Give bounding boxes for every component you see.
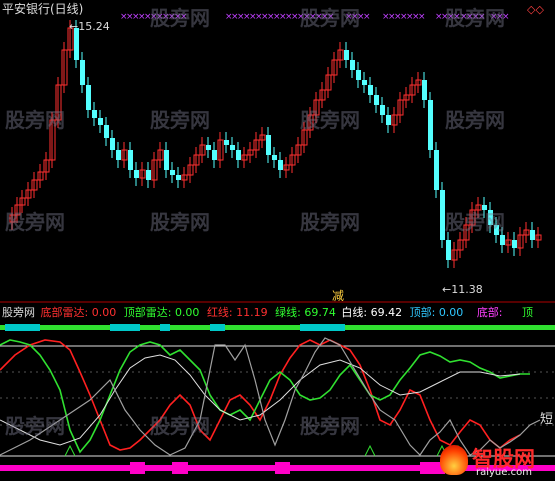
x-mark: × xyxy=(418,12,426,22)
flame-icon xyxy=(440,445,468,475)
strip-segment xyxy=(210,324,225,331)
bottom-signal-block xyxy=(130,462,145,474)
watermark: 股旁网 xyxy=(5,108,65,132)
legend-red-line: 红线: 11.19 xyxy=(206,306,268,319)
candle-body xyxy=(278,160,283,170)
high-price-value: 15.24 xyxy=(78,20,110,33)
low-price-label: ←11.38 xyxy=(442,283,483,296)
candle-body xyxy=(104,125,109,138)
watermark: 股旁网 xyxy=(445,6,505,30)
candle-body xyxy=(428,100,433,150)
site-logo: 智股网 raiyue.com xyxy=(440,443,552,479)
candle-body xyxy=(344,50,349,60)
bottom-signal-block xyxy=(172,462,188,474)
candle-body xyxy=(434,150,439,190)
legend-bottom-radar: 底部雷达: 0.00 xyxy=(40,306,117,319)
strip-segment xyxy=(160,324,170,331)
legend-green-line: 绿线: 69.74 xyxy=(275,306,336,319)
kline-chart-canvas: ××××××××××× ×××××××××××××××××× ×××× ×××××××… xyxy=(0,12,555,474)
candle-body xyxy=(212,150,217,160)
strip-segment xyxy=(300,324,345,331)
candle-body xyxy=(368,85,373,95)
candle-body xyxy=(272,155,277,160)
candle-body xyxy=(266,135,271,155)
candle-body xyxy=(92,110,97,118)
candle-body xyxy=(86,85,91,110)
candle-body xyxy=(362,80,367,85)
diamond-icon[interactable]: ◇◇ xyxy=(527,3,544,16)
candle-body xyxy=(80,60,85,85)
candle-body xyxy=(422,80,427,100)
candle-body xyxy=(170,170,175,175)
candle-body xyxy=(380,105,385,115)
candle-body xyxy=(356,70,361,80)
bottom-signal-block xyxy=(275,462,290,474)
candle-body xyxy=(512,240,517,248)
bottom-triangle-marker xyxy=(64,444,76,457)
candle-body xyxy=(128,150,133,170)
high-price-label: ←15.24 xyxy=(69,20,110,33)
candle-body xyxy=(110,138,115,150)
watermark: 股旁网 xyxy=(300,6,360,30)
legend-white-line: 白线: 69.42 xyxy=(341,306,403,319)
bottom-triangle-marker xyxy=(364,444,376,457)
indicator-name[interactable]: 股旁网 xyxy=(2,306,35,319)
candle-body xyxy=(134,170,139,178)
watermark: 股旁网 xyxy=(445,108,505,132)
event-label: 减 xyxy=(332,289,345,303)
legend-bottom: 底部: xyxy=(476,306,503,319)
watermark: 股旁网 xyxy=(445,210,505,234)
legend-top: 顶部: 0.00 xyxy=(409,306,464,319)
watermark: 股旁网 xyxy=(150,6,210,30)
candle-body xyxy=(224,140,229,145)
watermark: 股旁网 xyxy=(150,210,210,234)
candle-body xyxy=(98,118,103,125)
green-line xyxy=(0,339,530,454)
watermark: 股旁网 xyxy=(5,414,65,438)
watermark: 股旁网 xyxy=(300,414,360,438)
candle-body xyxy=(350,60,355,70)
chart-title: 平安银行(日线) xyxy=(2,2,84,16)
legend-top-short: 顶 xyxy=(522,306,534,319)
short-mark: 短 xyxy=(540,412,554,427)
candle-body xyxy=(530,230,535,240)
watermark: 股旁网 xyxy=(150,414,210,438)
watermark: 股旁网 xyxy=(300,108,360,132)
candle-body xyxy=(176,175,181,180)
strip-segment xyxy=(5,324,40,331)
candle-body xyxy=(146,170,151,180)
candle-body xyxy=(386,115,391,125)
candle-body xyxy=(116,150,121,160)
candle-body xyxy=(446,240,451,260)
candle-body xyxy=(206,145,211,150)
legend-top-radar: 顶部雷达: 0.00 xyxy=(123,306,200,319)
x-mark: × xyxy=(363,12,371,22)
top-signal-strip xyxy=(0,325,555,330)
candle-body xyxy=(164,150,169,170)
indicator-legend: 股旁网 底部雷达: 0.00 顶部雷达: 0.00 红线: 11.19 绿线: … xyxy=(2,306,533,319)
logo-url: raiyue.com xyxy=(476,467,532,478)
candle-body xyxy=(236,150,241,160)
candle-body xyxy=(500,235,505,245)
watermark: 股旁网 xyxy=(300,210,360,234)
low-price-value: 11.38 xyxy=(451,283,483,296)
strip-segment xyxy=(110,324,140,331)
watermark: 股旁网 xyxy=(5,210,65,234)
watermark: 股旁网 xyxy=(150,108,210,132)
candle-body xyxy=(374,95,379,105)
candle-body xyxy=(230,145,235,150)
